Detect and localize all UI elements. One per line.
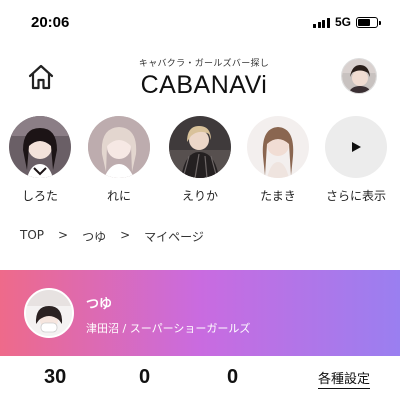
status-bar: 20:06 5G [0,0,400,44]
logo-text: CABANAVi [140,71,268,99]
cast-photo [9,116,71,178]
logo[interactable]: キャバクラ・ガールズバー探し CABANAVi [120,56,288,98]
profile-name: つゆ [86,297,113,312]
story-item[interactable]: たまき [238,116,318,204]
breadcrumb-separator: > [120,228,131,242]
stories-more-label: さらに表示 [325,189,386,203]
battery-icon [356,16,381,28]
avatar [26,290,72,336]
breadcrumb-separator: > [58,228,69,242]
play-icon [352,142,361,152]
cast-photo [169,116,231,178]
breadcrumb: TOP > つゆ > マイページ [20,228,204,245]
status-time: 20:06 [31,14,70,31]
stat-value[interactable]: 30 [44,366,66,389]
story-item[interactable]: れに [79,116,159,204]
stories-more-button[interactable]: さらに表示 [316,116,396,204]
breadcrumb-item-current: マイページ [144,230,204,244]
profile-avatar[interactable] [24,288,74,338]
profile-banner: つゆ 津田沼 / スーパーショーガールズ [0,270,400,356]
battery-level [358,18,370,26]
stat-value[interactable]: 0 [139,366,150,389]
story-name: えりか [181,189,218,203]
logo-subtitle: キャバクラ・ガールズバー探し [138,59,270,69]
stat-value[interactable]: 0 [227,366,238,389]
story-item[interactable]: えりか [160,116,240,204]
user-avatar-button[interactable] [341,58,377,94]
story-name: れに [106,189,131,203]
settings-link[interactable]: 各種設定 [318,372,371,389]
stats-row: 30 0 0 各種設定 [0,356,400,400]
signal-icon [313,17,330,28]
avatar [342,59,376,93]
breadcrumb-item-cast[interactable]: つゆ [82,228,106,245]
cast-photo [88,116,150,178]
network-type: 5G [334,15,351,29]
story-avatar [247,116,309,178]
breadcrumb-item-top[interactable]: TOP [20,228,44,245]
story-avatar [9,116,71,178]
story-name: たまき [260,189,296,203]
home-button[interactable] [26,62,56,92]
more-circle [325,116,387,178]
story-name: しろた [21,189,58,203]
status-indicators: 5G [313,15,381,29]
story-item[interactable]: しろた [0,116,80,204]
story-avatar [169,116,231,178]
app-header: キャバクラ・ガールズバー探し CABANAVi [0,44,400,106]
cast-photo [247,116,309,178]
story-avatar [88,116,150,178]
cast-stories: しろた れに えりか たまき さらに表示 [0,116,400,208]
profile-shop[interactable]: 津田沼 / スーパーショーガールズ [86,320,250,336]
home-icon [28,64,54,90]
